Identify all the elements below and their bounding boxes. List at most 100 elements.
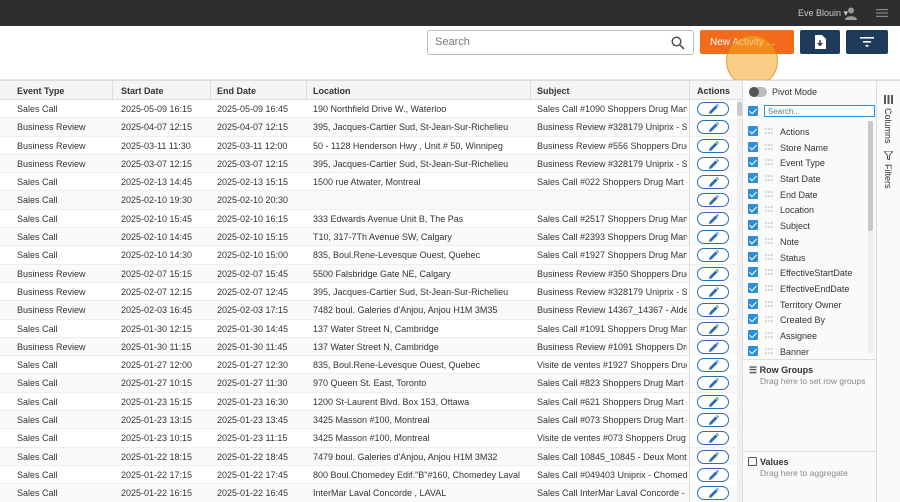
column-list-item[interactable]: Created By [748, 312, 872, 328]
table-row[interactable]: Business Review 2025-02-07 15:15 2025-02-0… [0, 264, 742, 283]
column-list-item[interactable]: End Date [748, 187, 872, 203]
new-activity-button[interactable]: New Activity ... [700, 30, 794, 54]
table-row[interactable]: Sales Call 2025-01-27 12:00 2025-01-27 12:… [0, 356, 742, 375]
column-list-item[interactable]: Subject [748, 218, 872, 234]
column-visible-checkbox[interactable] [748, 267, 758, 278]
hamburger-menu-icon[interactable] [876, 9, 888, 17]
column-visible-checkbox[interactable] [748, 345, 758, 356]
table-row[interactable]: Business Review 2025-01-30 11:15 2025-01-3… [0, 337, 742, 357]
table-row[interactable]: Business Review 2025-02-07 12:15 2025-02-0… [0, 282, 742, 302]
export-button[interactable] [800, 30, 840, 54]
table-row[interactable]: Sales Call 2025-02-13 14:45 2025-02-13 15:… [0, 173, 742, 192]
drag-grip-icon[interactable] [765, 316, 773, 323]
tab-columns[interactable]: Columns [880, 95, 898, 151]
table-row[interactable]: Sales Call 2025-02-10 15:45 2025-02-10 16:… [0, 209, 742, 229]
table-row[interactable]: Sales Call 2025-01-27 10:15 2025-01-27 11:… [0, 374, 742, 393]
drag-grip-icon[interactable] [765, 347, 773, 354]
column-list-item[interactable]: EffectiveEndDate [748, 281, 872, 297]
column-visible-checkbox[interactable] [748, 220, 758, 231]
column-visible-checkbox[interactable] [748, 282, 758, 293]
table-row[interactable]: Sales Call 2025-02-10 14:30 2025-02-10 15:… [0, 246, 742, 265]
drag-grip-icon[interactable] [765, 300, 773, 307]
user-icon[interactable] [844, 6, 858, 20]
edit-row-button[interactable] [697, 266, 729, 281]
table-row[interactable]: Business Review 2025-03-11 11:30 2025-03-1… [0, 136, 742, 155]
column-visible-checkbox[interactable] [748, 235, 758, 246]
drag-grip-icon[interactable] [765, 332, 773, 338]
column-list-item[interactable]: Location [748, 202, 872, 218]
column-visible-checkbox[interactable] [748, 126, 758, 136]
column-visible-checkbox[interactable] [748, 173, 758, 184]
edit-row-button[interactable] [697, 486, 729, 501]
values-zone[interactable]: Values Drag here to aggregate [743, 451, 877, 502]
column-list-item[interactable]: Store Name [748, 140, 872, 156]
edit-row-button[interactable] [697, 303, 729, 318]
edit-row-button[interactable] [697, 467, 729, 482]
column-search-input[interactable] [764, 105, 875, 117]
edit-row-button[interactable] [697, 358, 729, 373]
search-input[interactable] [435, 31, 665, 53]
search-icon[interactable] [671, 36, 685, 50]
column-list-item[interactable]: Assignee [748, 328, 872, 344]
table-row[interactable]: Sales Call 2025-01-22 17:15 2025-01-22 17:… [0, 465, 742, 485]
table-row[interactable]: Sales Call 2025-01-30 12:15 2025-01-30 14:… [0, 319, 742, 338]
filter-toggle-button[interactable] [846, 30, 888, 54]
header-subject[interactable]: Subject [537, 86, 570, 96]
table-row[interactable]: Sales Call 2025-05-09 16:15 2025-05-09 16:… [0, 100, 742, 119]
table-row[interactable]: Sales Call 2025-01-23 15:15 2025-01-23 16:… [0, 392, 742, 412]
edit-row-button[interactable] [697, 230, 729, 245]
edit-row-button[interactable] [697, 339, 729, 354]
column-visible-checkbox[interactable] [748, 204, 758, 215]
column-visible-checkbox[interactable] [748, 314, 758, 325]
edit-row-button[interactable] [697, 431, 729, 446]
column-list-item[interactable]: Actions [748, 124, 872, 140]
column-list-item[interactable]: Status [748, 250, 872, 266]
table-row[interactable]: Business Review 2025-02-03 16:45 2025-02-0… [0, 301, 742, 320]
column-visible-checkbox[interactable] [748, 157, 758, 168]
drag-grip-icon[interactable] [765, 222, 773, 228]
edit-row-button[interactable] [697, 449, 729, 464]
edit-row-button[interactable] [697, 156, 729, 171]
column-list-scrollbar[interactable] [868, 121, 873, 353]
drag-grip-icon[interactable] [765, 190, 773, 197]
table-row[interactable]: Business Review 2025-04-07 12:15 2025-04-0… [0, 118, 742, 137]
drag-grip-icon[interactable] [765, 269, 773, 275]
edit-row-button[interactable] [697, 175, 729, 190]
edit-row-button[interactable] [697, 193, 729, 208]
header-event-type[interactable]: Event Type [17, 86, 64, 96]
table-row[interactable]: Sales Call 2025-02-10 19:30 2025-02-10 20:… [0, 191, 742, 210]
column-list-item[interactable]: Note [748, 234, 872, 250]
edit-row-button[interactable] [697, 413, 729, 428]
column-visible-checkbox[interactable] [748, 298, 758, 309]
table-row[interactable]: Sales Call 2025-01-22 16:15 2025-01-22 16:… [0, 484, 742, 502]
edit-row-button[interactable] [697, 102, 729, 116]
drag-grip-icon[interactable] [765, 238, 773, 244]
column-visible-checkbox[interactable] [748, 329, 758, 340]
column-list-item[interactable]: EffectiveStartDate [748, 265, 872, 281]
column-visible-checkbox[interactable] [748, 251, 758, 262]
select-all-columns-checkbox[interactable] [748, 106, 758, 116]
drag-grip-icon[interactable] [765, 143, 773, 150]
header-location[interactable]: Location [313, 86, 351, 96]
edit-row-button[interactable] [697, 376, 729, 391]
drag-grip-icon[interactable] [765, 128, 773, 134]
table-row[interactable]: Sales Call 2025-02-10 14:45 2025-02-10 15:… [0, 228, 742, 247]
drag-grip-icon[interactable] [765, 175, 773, 181]
tab-filters[interactable]: Filters [880, 151, 898, 201]
drag-grip-icon[interactable] [765, 159, 773, 166]
header-start-date[interactable]: Start Date [121, 86, 164, 96]
column-list-item[interactable]: Territory Owner [748, 297, 872, 313]
drag-grip-icon[interactable] [765, 253, 773, 260]
column-list-item[interactable]: Event Type [748, 155, 872, 171]
edit-row-button[interactable] [697, 321, 729, 336]
edit-row-button[interactable] [697, 394, 729, 409]
column-list-item[interactable]: Start Date [748, 171, 872, 187]
edit-row-button[interactable] [697, 284, 729, 299]
table-row[interactable]: Business Review 2025-03-07 12:15 2025-03-0… [0, 154, 742, 174]
edit-row-button[interactable] [697, 248, 729, 263]
user-name-menu[interactable]: Eve Blouin ▾ [798, 8, 848, 19]
edit-row-button[interactable] [697, 138, 729, 153]
column-visible-checkbox[interactable] [748, 188, 758, 199]
drag-grip-icon[interactable] [765, 206, 773, 213]
edit-row-button[interactable] [697, 120, 729, 135]
